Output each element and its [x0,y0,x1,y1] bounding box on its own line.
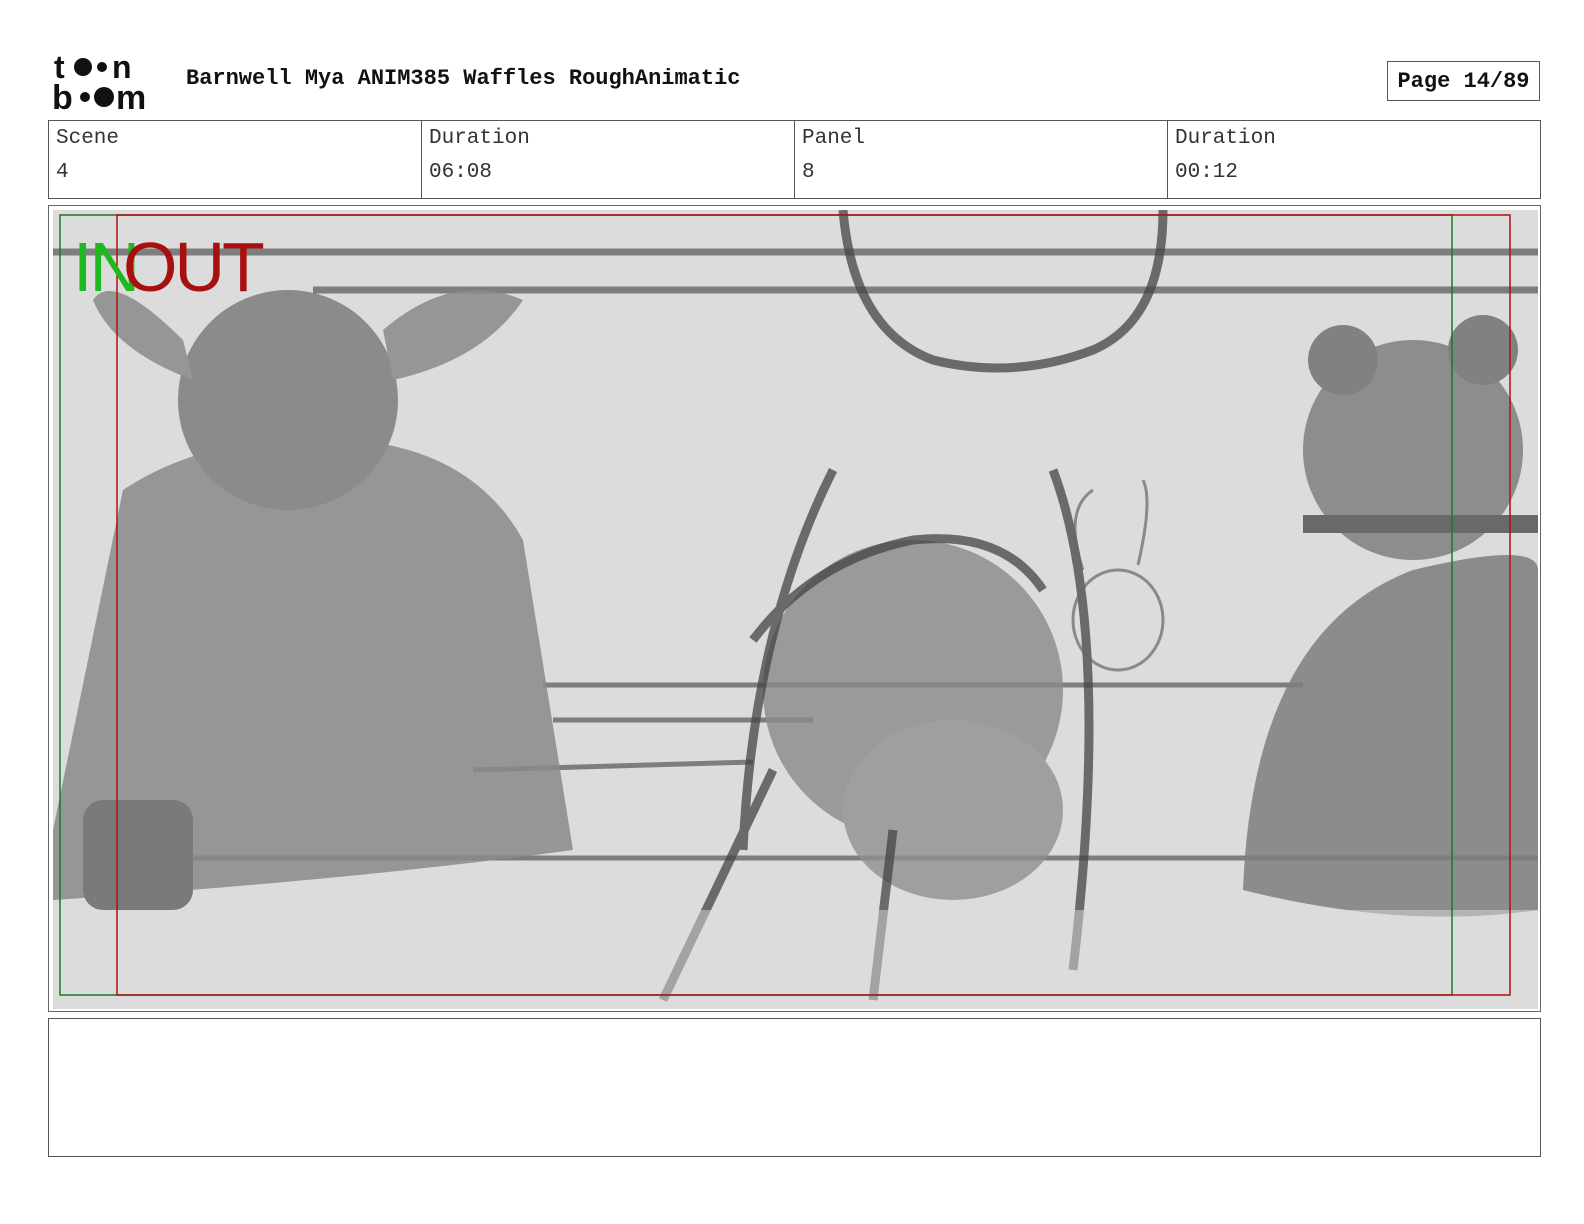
panel-duration-label: Duration [1175,127,1276,150]
panel-duration-value: 00:12 [1175,161,1239,184]
scene-duration-cell: Duration 06:08 [422,121,795,198]
panel-cell: Panel 8 [795,121,1168,198]
toon-boom-logo: t n b m [52,49,164,117]
document-title: Barnwell Mya ANIM385 Waffles RoughAnimat… [186,66,741,91]
rough-sketch-image [53,210,1538,1009]
storyboard-panel-frame: INOUT [48,205,1541,1012]
svg-text:m: m [116,79,146,112]
panel-label: Panel [802,127,866,150]
panel-value: 8 [802,161,815,184]
panel-duration-cell: Duration 00:12 [1168,121,1540,198]
scene-cell: Scene 4 [49,121,422,198]
scene-duration-value: 06:08 [429,161,493,184]
scene-duration-label: Duration [429,127,530,150]
in-out-markers: INOUT [73,232,265,302]
panel-info-table: Scene 4 Duration 06:08 Panel 8 Duration … [48,120,1541,199]
scene-label: Scene [56,127,120,150]
out-marker-label: OUT [123,228,265,306]
scene-value: 4 [56,161,69,184]
svg-text:b: b [52,79,73,112]
page-indicator: Page 14/89 [1387,61,1540,101]
panel-notes-box [48,1018,1541,1157]
